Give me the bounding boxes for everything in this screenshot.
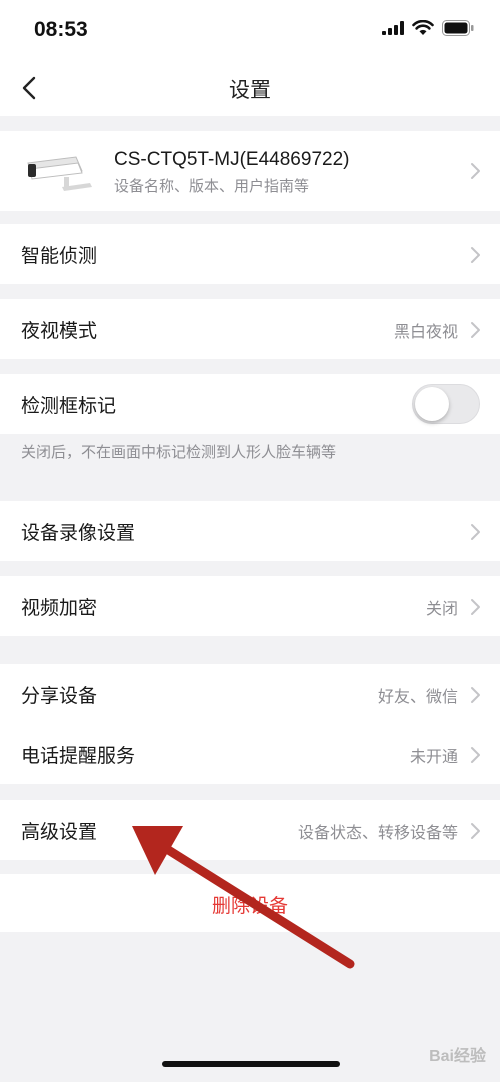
chevron-right-icon [471, 247, 480, 263]
night-mode-label: 夜视模式 [21, 320, 98, 342]
recording-group: 设备录像设置 [0, 501, 500, 561]
phone-alert-row[interactable]: 电话提醒服务 未开通 [0, 724, 500, 784]
detect-frame-group: 检测框标记 [0, 374, 500, 434]
advanced-value: 设备状态、转移设备等 [297, 823, 458, 842]
phone-alert-value: 未开通 [409, 747, 458, 766]
encryption-group: 视频加密 关闭 [0, 576, 500, 636]
device-subtitle: 设备名称、版本、用户指南等 [114, 177, 310, 195]
night-mode-row[interactable]: 夜视模式 黑白夜视 [0, 299, 500, 359]
encryption-label: 视频加密 [21, 597, 98, 619]
share-group: 分享设备 好友、微信 电话提醒服务 未开通 [0, 664, 500, 784]
encryption-value: 关闭 [425, 599, 458, 618]
night-mode-group: 夜视模式 黑白夜视 [0, 299, 500, 359]
detect-frame-toggle[interactable] [412, 384, 480, 424]
home-indicator [162, 1061, 340, 1067]
wifi-icon [412, 20, 434, 35]
recording-label: 设备录像设置 [21, 522, 136, 544]
toggle-knob [415, 387, 449, 421]
delete-device-button[interactable]: 删除设备 [0, 874, 500, 932]
chevron-right-icon [471, 747, 480, 763]
chevron-right-icon [471, 322, 480, 338]
detect-frame-row: 检测框标记 [0, 374, 500, 434]
camera-icon [27, 156, 92, 191]
night-mode-value: 黑白夜视 [393, 322, 458, 341]
battery-icon [442, 20, 474, 36]
status-icons [382, 20, 474, 36]
advanced-group: 高级设置 设备状态、转移设备等 [0, 800, 500, 860]
detect-frame-hint: 关闭后，不在画面中标记检测到人形人脸车辆等 [21, 443, 337, 461]
device-info-row[interactable]: CS-CTQ5T-MJ(E44869722) 设备名称、版本、用户指南等 [0, 131, 500, 211]
smart-detect-group: 智能侦测 [0, 224, 500, 284]
chevron-right-icon [471, 163, 480, 179]
status-bar: 08:53 [0, 0, 500, 60]
page-title: 设置 [229, 78, 271, 102]
advanced-row[interactable]: 高级设置 设备状态、转移设备等 [0, 800, 500, 860]
device-info-group: CS-CTQ5T-MJ(E44869722) 设备名称、版本、用户指南等 [0, 131, 500, 211]
detect-frame-label: 检测框标记 [21, 395, 117, 417]
delete-device-label: 删除设备 [211, 895, 288, 917]
cellular-signal-icon [382, 21, 404, 35]
chevron-right-icon [471, 823, 480, 839]
phone-alert-label: 电话提醒服务 [21, 745, 136, 767]
share-label: 分享设备 [21, 685, 98, 707]
device-name: CS-CTQ5T-MJ(E44869722) [114, 149, 350, 170]
chevron-right-icon [471, 687, 480, 703]
status-time: 08:53 [34, 18, 88, 41]
share-row[interactable]: 分享设备 好友、微信 [0, 664, 500, 724]
watermark: Bai经验 [429, 1048, 486, 1065]
smart-detect-row[interactable]: 智能侦测 [0, 224, 500, 284]
chevron-right-icon [471, 599, 480, 615]
recording-row[interactable]: 设备录像设置 [0, 501, 500, 561]
encryption-row[interactable]: 视频加密 关闭 [0, 576, 500, 636]
share-value: 好友、微信 [377, 687, 458, 706]
advanced-label: 高级设置 [21, 821, 98, 843]
smart-detect-label: 智能侦测 [21, 245, 98, 267]
nav-bar: 设置 [0, 60, 500, 116]
chevron-right-icon [471, 524, 480, 540]
